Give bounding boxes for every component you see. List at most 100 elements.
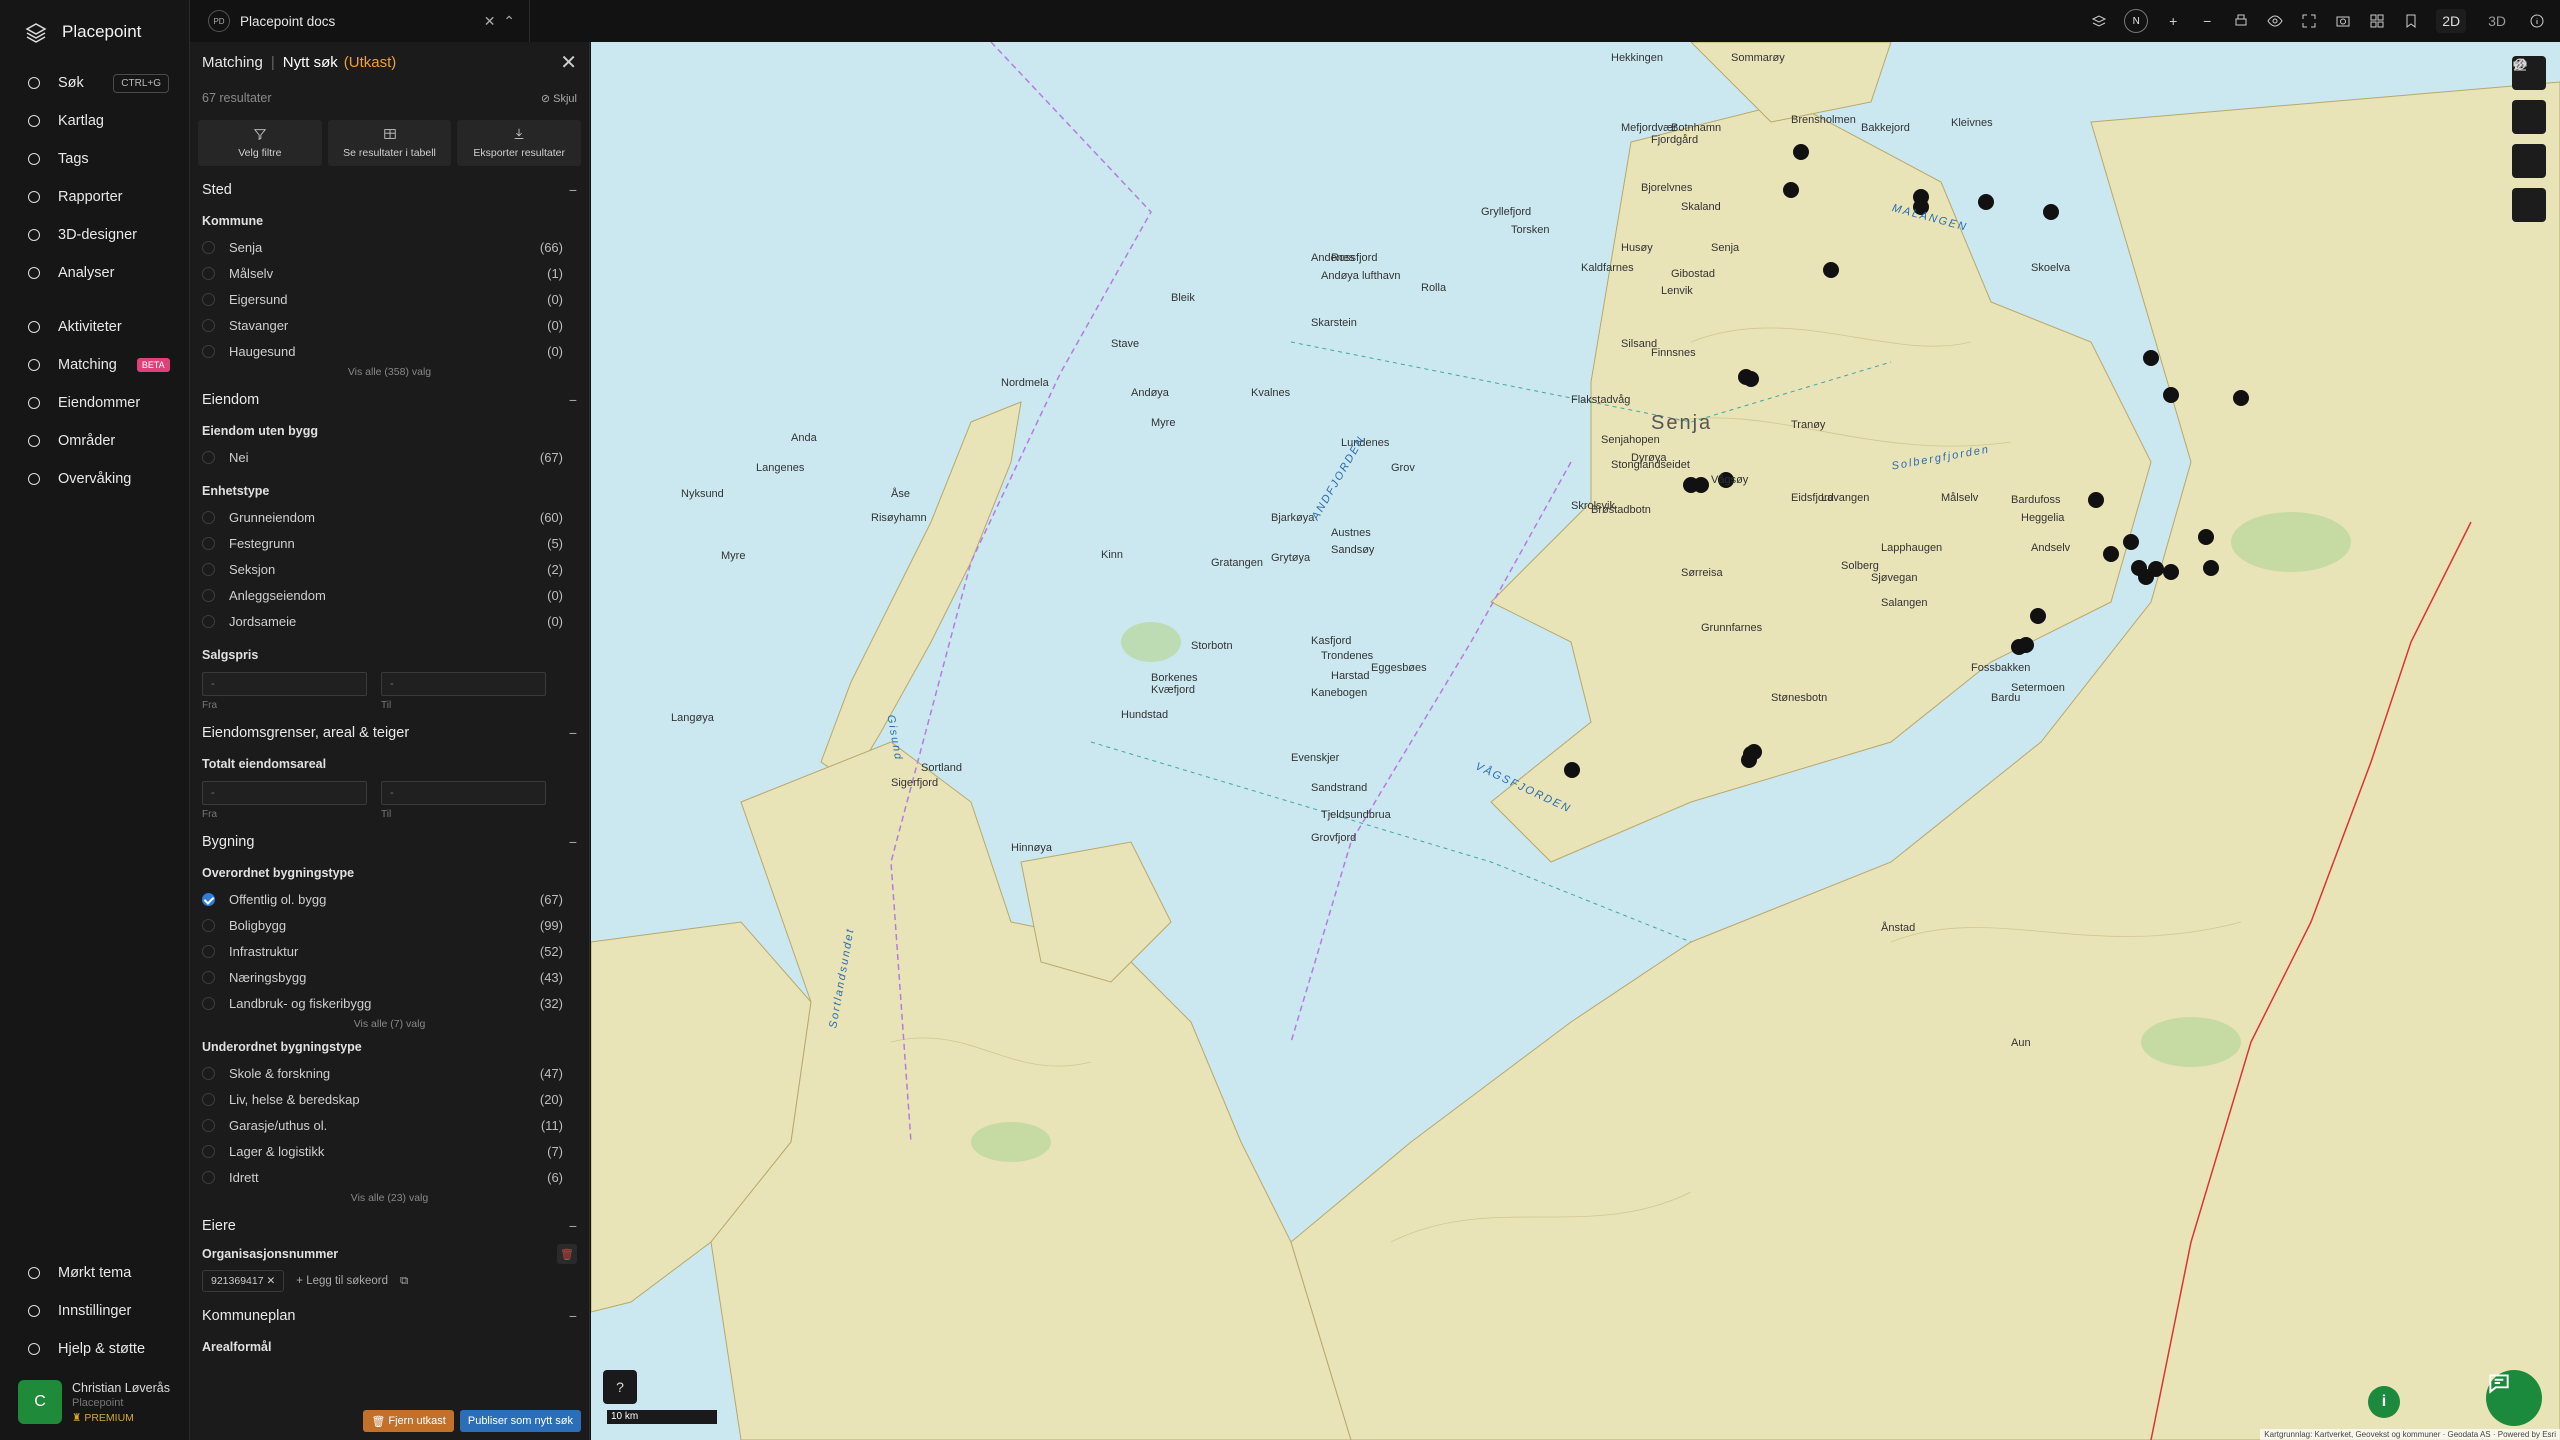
filter-option[interactable]: Stavanger (0) — [190, 312, 589, 338]
nav-item-bolt[interactable]: Analyser — [0, 254, 189, 292]
filter-option[interactable]: Skole & forskning (47) — [190, 1060, 589, 1086]
result-marker[interactable] — [1743, 371, 1759, 387]
checkbox[interactable] — [202, 1092, 215, 1106]
filter-option[interactable]: Boligbygg (99) — [190, 912, 589, 938]
checkbox[interactable] — [202, 266, 215, 280]
filter-option[interactable]: Senja (66) — [190, 234, 589, 260]
fullscreen-icon[interactable] — [2300, 12, 2318, 30]
nav-item-chart[interactable]: Rapporter — [0, 178, 189, 216]
chat-button[interactable] — [2486, 1370, 2542, 1426]
result-marker[interactable] — [1564, 762, 1580, 778]
hide-toggle[interactable]: ⊘ Skjul — [541, 92, 577, 105]
result-marker[interactable] — [1823, 262, 1839, 278]
section-sted[interactable]: Sted − — [190, 172, 589, 208]
add-keyword-button[interactable]: + Legg til søkeord — [296, 1275, 388, 1287]
collapse-icon[interactable]: − — [569, 834, 577, 850]
checkbox[interactable] — [202, 1066, 215, 1080]
nav-item-building[interactable]: Eiendommer — [0, 384, 189, 422]
result-marker[interactable] — [2011, 639, 2027, 655]
overordnet-show-all[interactable]: Vis alle (7) valg — [190, 1016, 589, 1034]
trash-icon[interactable]: 🗑 — [557, 1244, 577, 1264]
zoom-out-icon[interactable]: − — [2198, 12, 2216, 30]
filter-option[interactable]: Offentlig ol. bygg (67) — [190, 886, 589, 912]
filter-option[interactable]: Nei (67) — [190, 444, 589, 470]
checkbox[interactable] — [202, 510, 215, 524]
layers-stack-icon[interactable] — [2090, 12, 2108, 30]
zoom-in-icon[interactable]: + — [2164, 12, 2182, 30]
nav-item-monitor[interactable]: Overvåking — [0, 460, 189, 498]
filter-option[interactable]: Landbruk- og fiskeribygg (32) — [190, 990, 589, 1016]
checkbox[interactable] — [202, 318, 215, 332]
checkbox[interactable] — [202, 536, 215, 550]
nav-item-search[interactable]: Søk CTRL+G — [0, 64, 189, 102]
view-table-button[interactable]: Se resultater i tabell — [327, 120, 452, 166]
result-marker[interactable] — [1746, 744, 1762, 760]
checkbox[interactable] — [202, 240, 215, 254]
section-grenser[interactable]: Eiendomsgrenser, areal & teiger − — [190, 715, 589, 751]
checkbox[interactable] — [202, 588, 215, 602]
view-2d-button[interactable]: 2D — [2436, 9, 2467, 33]
info-icon[interactable] — [2528, 12, 2546, 30]
filter-option[interactable]: Festegrunn (5) — [190, 530, 589, 556]
checkbox[interactable] — [202, 892, 215, 906]
filter-option[interactable]: Eigersund (0) — [190, 286, 589, 312]
filter-option[interactable]: Infrastruktur (52) — [190, 938, 589, 964]
result-marker[interactable] — [2030, 608, 2046, 624]
filter-option[interactable]: Haugesund (0) — [190, 338, 589, 364]
result-marker[interactable] — [2123, 534, 2139, 550]
orgnr-chip[interactable]: 921369417 ✕ — [202, 1270, 285, 1292]
info-button[interactable]: i — [2368, 1386, 2400, 1418]
help-icon[interactable]: ? — [603, 1370, 637, 1404]
eye-icon[interactable] — [2266, 12, 2284, 30]
result-marker[interactable] — [1978, 194, 1994, 210]
nav-item-gear[interactable]: Innstillinger — [0, 1292, 190, 1330]
nav-item-bookmark[interactable]: Tags — [0, 140, 189, 178]
map-canvas[interactable] — [591, 42, 2560, 1440]
map-view[interactable]: Andenes Andøya lufthavn Bleik Skarstein Stav… — [591, 42, 2560, 1440]
checkbox[interactable] — [202, 996, 215, 1010]
nav-item-target[interactable]: Matching BETA — [0, 346, 189, 384]
checkbox[interactable] — [202, 344, 215, 358]
filter-option[interactable]: Idrett (6) — [190, 1164, 589, 1190]
brand[interactable]: Placepoint — [0, 0, 189, 64]
section-eiendom[interactable]: Eiendom − — [190, 382, 589, 418]
checkbox[interactable] — [202, 918, 215, 932]
section-bygning[interactable]: Bygning − — [190, 824, 589, 860]
checkbox[interactable] — [202, 450, 215, 464]
filter-option[interactable]: Jordsameie (0) — [190, 608, 589, 634]
collapse-icon[interactable]: − — [569, 392, 577, 408]
result-marker[interactable] — [2148, 561, 2164, 577]
print-icon[interactable] — [2232, 12, 2250, 30]
result-marker[interactable] — [2043, 204, 2059, 220]
result-marker[interactable] — [2233, 390, 2249, 406]
areal-from-input[interactable]: - — [202, 781, 367, 805]
collapse-icon[interactable]: − — [569, 725, 577, 741]
checkbox[interactable] — [202, 944, 215, 958]
checkbox[interactable] — [202, 562, 215, 576]
result-marker[interactable] — [2103, 546, 2119, 562]
filter-option[interactable]: Garasje/uthus ol. (11) — [190, 1112, 589, 1138]
collapse-icon[interactable]: − — [569, 182, 577, 198]
result-marker[interactable] — [2163, 564, 2179, 580]
filter-option[interactable]: Målselv (1) — [190, 260, 589, 286]
nav-item-area[interactable]: Områder — [0, 422, 189, 460]
salgspris-to-input[interactable]: - — [381, 672, 546, 696]
view-3d-button[interactable]: 3D — [2482, 9, 2512, 33]
section-kommuneplan[interactable]: Kommuneplan − — [190, 1298, 589, 1334]
workspace-tab[interactable]: PD Placepoint docs ✕ ⌃ — [190, 0, 530, 42]
collapse-icon[interactable]: − — [569, 1308, 577, 1324]
filter-option[interactable]: Lager & logistikk (7) — [190, 1138, 589, 1164]
checkbox[interactable] — [202, 1118, 215, 1132]
copy-icon[interactable]: ⧉ — [400, 1275, 408, 1288]
collapse-icon[interactable]: − — [569, 1218, 577, 1234]
result-marker[interactable] — [2203, 560, 2219, 576]
result-marker[interactable] — [2163, 387, 2179, 403]
result-marker[interactable] — [2143, 350, 2159, 366]
export-results-button[interactable]: Eksporter resultater — [457, 120, 582, 166]
grid-icon[interactable] — [2368, 12, 2386, 30]
filter-option[interactable]: Anleggseiendom (0) — [190, 582, 589, 608]
underordnet-show-all[interactable]: Vis alle (23) valg — [190, 1190, 589, 1208]
draw-tool-icon[interactable] — [2512, 58, 2546, 222]
nav-item-activity[interactable]: Aktiviteter — [0, 308, 189, 346]
compass-button[interactable]: N — [2124, 9, 2149, 33]
